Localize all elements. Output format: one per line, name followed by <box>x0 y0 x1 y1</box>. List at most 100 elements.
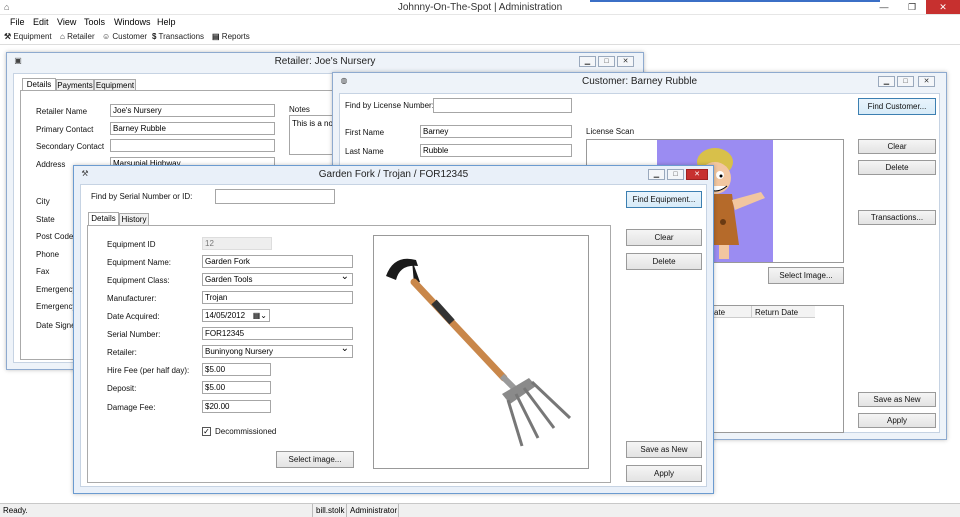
serial-number-field[interactable]: FOR12345 <box>202 327 353 340</box>
toolbar-customer-label: Customer <box>112 32 148 41</box>
garden-fork-image <box>386 258 572 447</box>
date-acquired-field[interactable]: 14/05/2012 ▦⌄ <box>202 309 270 322</box>
license-scan-label: License Scan <box>586 127 635 136</box>
tab-details[interactable]: Details <box>88 212 119 225</box>
toolbar-reports-label: Reports <box>221 32 250 41</box>
menu-file[interactable]: File <box>10 17 25 27</box>
customer-close-button[interactable]: ✕ <box>918 76 935 87</box>
equipment-select-image-button[interactable]: Select image... <box>276 451 354 468</box>
retailer-label: Retailer: <box>107 348 137 357</box>
equipment-close-button[interactable]: ✕ <box>686 169 708 180</box>
customer-maximize-button[interactable]: □ <box>897 76 914 87</box>
maximize-button[interactable]: ❐ <box>898 0 926 14</box>
hire-fee-label: Hire Fee (per half day): <box>107 366 190 375</box>
status-bar: Ready. bill.stolk Administrator <box>0 503 960 517</box>
postcode-label: Post Code <box>36 232 74 241</box>
grid-col-date[interactable]: ate <box>714 308 725 317</box>
retailer-minimize-button[interactable]: ▁ <box>579 56 596 67</box>
equipment-body: Find by Serial Number or ID: Find Equipm… <box>80 184 707 487</box>
equipment-save-as-new-button[interactable]: Save as New <box>626 441 702 458</box>
manufacturer-label: Manufacturer: <box>107 294 157 303</box>
date-acquired-value: 14/05/2012 <box>205 311 246 320</box>
transactions-button[interactable]: Transactions... <box>858 210 936 225</box>
toolbar-retailer-label: Retailer <box>67 32 95 41</box>
grid-col-return-date[interactable]: Return Date <box>755 308 798 317</box>
primary-contact-field[interactable]: Barney Rubble <box>110 122 275 135</box>
title-accent <box>590 0 880 2</box>
secondary-contact-field[interactable] <box>110 139 275 152</box>
menu-view[interactable]: View <box>57 17 76 27</box>
toolbar-transactions[interactable]: $ Transactions <box>152 32 204 41</box>
find-license-input[interactable] <box>433 98 572 113</box>
serial-number-label: Serial Number: <box>107 330 161 339</box>
customer-select-image-button[interactable]: Select Image... <box>768 267 844 284</box>
status-role: Administrator <box>350 506 398 515</box>
find-equipment-button[interactable]: Find Equipment... <box>626 191 702 208</box>
user-icon: ☺ <box>102 32 111 41</box>
retailer-name-label: Retailer Name <box>36 107 88 116</box>
secondary-contact-label: Secondary Contact <box>36 142 105 151</box>
customer-apply-button[interactable]: Apply <box>858 413 936 428</box>
retailer-select[interactable]: Buninyong Nursery <box>202 345 353 358</box>
customer-minimize-button[interactable]: ▁ <box>878 76 895 87</box>
wrench-icon: ⚒ <box>4 32 12 41</box>
hire-fee-field[interactable]: $5.00 <box>202 363 271 376</box>
retailer-close-button[interactable]: ✕ <box>617 56 634 67</box>
state-label: State <box>36 215 55 224</box>
equipment-image-frame <box>373 235 589 469</box>
decommissioned-label: Decommissioned <box>215 427 277 436</box>
retailer-maximize-button[interactable]: □ <box>598 56 615 67</box>
phone-label: Phone <box>36 250 60 259</box>
toolbar-customer[interactable]: ☺ Customer <box>102 32 147 41</box>
equipment-window: ⚒ Garden Fork / Trojan / FOR12345 ▁ □ ✕ … <box>73 165 714 494</box>
status-separator <box>398 504 399 517</box>
toolbar: ⚒ Equipment ⌂ Retailer ☺ Customer $ Tran… <box>0 29 960 45</box>
equipment-class-label: Equipment Class: <box>107 276 170 285</box>
equipment-clear-button[interactable]: Clear <box>626 229 702 246</box>
find-serial-label: Find by Serial Number or ID: <box>91 192 193 201</box>
equipment-class-select[interactable]: Garden Tools <box>202 273 353 286</box>
menu-windows[interactable]: Windows <box>114 17 151 27</box>
manufacturer-field[interactable]: Trojan <box>202 291 353 304</box>
first-name-field[interactable]: Barney <box>420 125 572 138</box>
equipment-name-field[interactable]: Garden Fork <box>202 255 353 268</box>
last-name-field[interactable]: Rubble <box>420 144 572 157</box>
menu-tools[interactable]: Tools <box>84 17 105 27</box>
city-label: City <box>36 197 50 206</box>
transactions-grid: ate Return Date <box>710 305 844 433</box>
decommissioned-checkbox[interactable]: ✓ <box>202 427 211 436</box>
find-customer-button[interactable]: Find Customer... <box>858 98 936 115</box>
menu-bar: File Edit View Tools Windows Help <box>0 15 960 29</box>
damage-fee-field[interactable]: $20.00 <box>202 400 271 413</box>
equipment-minimize-button[interactable]: ▁ <box>648 169 665 180</box>
grid-col-divider <box>751 306 752 318</box>
damage-fee-label: Damage Fee: <box>107 403 156 412</box>
calendar-icon[interactable]: ▦⌄ <box>253 310 267 321</box>
deposit-field[interactable]: $5.00 <box>202 381 271 394</box>
equipment-maximize-button[interactable]: □ <box>667 169 684 180</box>
customer-save-as-new-button[interactable]: Save as New <box>858 392 936 407</box>
menu-help[interactable]: Help <box>157 17 176 27</box>
app-title: Johnny-On-The-Spot | Administration <box>397 2 563 13</box>
tab-history[interactable]: History <box>119 213 149 225</box>
toolbar-equipment[interactable]: ⚒ Equipment <box>4 32 52 41</box>
menu-edit[interactable]: Edit <box>33 17 49 27</box>
customer-clear-button[interactable]: Clear <box>858 139 936 154</box>
retailer-name-field[interactable]: Joe's Nursery <box>110 104 275 117</box>
last-name-label: Last Name <box>345 147 384 156</box>
equipment-apply-button[interactable]: Apply <box>626 465 702 482</box>
find-serial-input[interactable] <box>215 189 335 204</box>
fax-label: Fax <box>36 267 50 276</box>
toolbar-retailer[interactable]: ⌂ Retailer <box>60 32 95 41</box>
equipment-delete-button[interactable]: Delete <box>626 253 702 270</box>
retailer-window-title: Retailer: Joe's Nursery <box>274 56 376 67</box>
equipment-id-field: 12 <box>202 237 272 250</box>
close-button[interactable]: ✕ <box>926 0 960 14</box>
dollar-icon: $ <box>152 32 157 41</box>
notes-label: Notes <box>289 105 310 114</box>
toolbar-reports[interactable]: ▤ Reports <box>212 32 250 41</box>
minimize-button[interactable]: — <box>870 0 898 14</box>
customer-delete-button[interactable]: Delete <box>858 160 936 175</box>
equipment-id-label: Equipment ID <box>107 240 156 249</box>
app-titlebar: ⌂ Johnny-On-The-Spot | Administration — … <box>0 0 960 15</box>
